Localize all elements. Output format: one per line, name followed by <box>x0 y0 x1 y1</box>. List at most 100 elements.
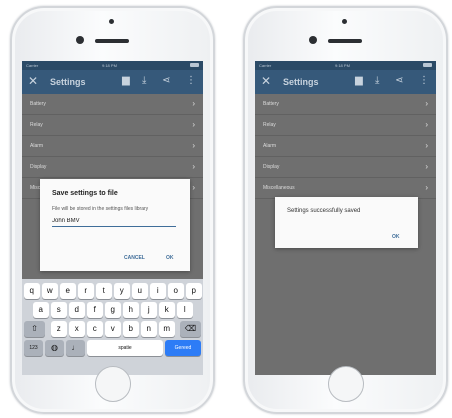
chevron-right-icon: › <box>192 141 195 150</box>
row-label: Miscellaneous <box>263 185 295 191</box>
settings-row-alarm[interactable]: Alarm › <box>22 136 203 157</box>
status-bar: Carrier 9:18 PM <box>255 61 436 70</box>
settings-row-display[interactable]: Display › <box>255 157 436 178</box>
share-icon[interactable]: ⋖ <box>162 75 170 86</box>
chevron-right-icon: › <box>192 120 195 129</box>
clock: 9:18 PM <box>102 63 117 68</box>
settings-saved-dialog: Settings successfully saved OK <box>275 197 418 248</box>
onscreen-keyboard: q w e r t y u i o p a s d f g h j k l ⇧ … <box>22 279 203 375</box>
key-c[interactable]: c <box>87 321 103 337</box>
key-p[interactable]: p <box>186 283 202 299</box>
screen: Carrier 9:18 PM ✕ Settings ▆ ⤓ ⋖ ⋮ Batte… <box>255 61 436 375</box>
key-x[interactable]: x <box>69 321 85 337</box>
key-y[interactable]: y <box>114 283 130 299</box>
row-label: Relay <box>30 122 43 128</box>
row-label: Display <box>30 164 47 170</box>
filename-input[interactable] <box>52 215 176 227</box>
ok-button[interactable]: OK <box>392 234 400 240</box>
download-icon[interactable]: ⤓ <box>142 75 146 86</box>
cancel-button[interactable]: CANCEL <box>124 255 145 261</box>
key-v[interactable]: v <box>105 321 121 337</box>
key-g[interactable]: g <box>105 302 121 318</box>
carrier-label: Carrier <box>259 63 272 68</box>
key-u[interactable]: u <box>132 283 148 299</box>
front-camera <box>309 36 317 44</box>
row-label: Battery <box>263 101 279 107</box>
front-camera <box>76 36 84 44</box>
key-j[interactable]: j <box>141 302 157 318</box>
save-icon[interactable]: ▆ <box>355 75 363 86</box>
chevron-right-icon: › <box>192 99 195 108</box>
more-vert-icon[interactable]: ⋮ <box>419 75 429 86</box>
settings-list: Battery › Relay › Alarm › Display › Misc… <box>255 94 436 199</box>
sensor-dot <box>109 19 114 24</box>
key-m[interactable]: m <box>159 321 175 337</box>
key-o[interactable]: o <box>168 283 184 299</box>
shift-icon[interactable]: ⇧ <box>24 321 45 337</box>
ok-button[interactable]: OK <box>166 255 174 261</box>
space-key[interactable]: spatie <box>87 340 163 356</box>
settings-row-relay[interactable]: Relay › <box>22 115 203 136</box>
close-icon[interactable]: ✕ <box>261 74 271 88</box>
phone-frame-right: Carrier 9:18 PM ✕ Settings ▆ ⤓ ⋖ ⋮ Batte… <box>243 6 448 414</box>
settings-row-alarm[interactable]: Alarm › <box>255 136 436 157</box>
key-s[interactable]: s <box>51 302 67 318</box>
page-title: Settings <box>50 77 86 87</box>
chevron-right-icon: › <box>192 183 195 192</box>
key-q[interactable]: q <box>24 283 40 299</box>
app-bar: ✕ Settings ▆ ⤓ ⋖ ⋮ <box>22 70 203 94</box>
key-b[interactable]: b <box>123 321 139 337</box>
settings-row-battery[interactable]: Battery › <box>255 94 436 115</box>
row-label: Display <box>263 164 280 170</box>
microphone-icon[interactable]: ♩ <box>66 340 85 356</box>
chevron-right-icon: › <box>192 162 195 171</box>
home-button[interactable] <box>328 366 364 402</box>
chevron-right-icon: › <box>425 183 428 192</box>
battery-icon <box>190 63 199 67</box>
earpiece-speaker <box>328 39 362 43</box>
settings-row-display[interactable]: Display › <box>22 157 203 178</box>
key-e[interactable]: e <box>60 283 76 299</box>
phone-frame-left: Carrier 9:18 PM ✕ Settings ▆ ⤓ ⋖ ⋮ Batte… <box>10 6 215 414</box>
key-i[interactable]: i <box>150 283 166 299</box>
sensor-dot <box>342 19 347 24</box>
app-bar: ✕ Settings ▆ ⤓ ⋖ ⋮ <box>255 70 436 94</box>
numbers-key[interactable]: 123 <box>24 340 43 356</box>
key-n[interactable]: n <box>141 321 157 337</box>
key-l[interactable]: l <box>177 302 193 318</box>
key-t[interactable]: t <box>96 283 112 299</box>
status-bar: Carrier 9:18 PM <box>22 61 203 70</box>
row-label: Battery <box>30 101 46 107</box>
battery-icon <box>423 63 432 67</box>
backspace-icon[interactable]: ⌫ <box>180 321 201 337</box>
chevron-right-icon: › <box>425 99 428 108</box>
key-d[interactable]: d <box>69 302 85 318</box>
save-icon[interactable]: ▆ <box>122 75 130 86</box>
key-k[interactable]: k <box>159 302 175 318</box>
chevron-right-icon: › <box>425 141 428 150</box>
close-icon[interactable]: ✕ <box>28 74 38 88</box>
key-r[interactable]: r <box>78 283 94 299</box>
chevron-right-icon: › <box>425 162 428 171</box>
row-label: Alarm <box>263 143 277 149</box>
settings-row-miscellaneous[interactable]: Miscellaneous › <box>255 178 436 199</box>
settings-row-battery[interactable]: Battery › <box>22 94 203 115</box>
row-label: Alarm <box>30 143 44 149</box>
save-settings-dialog: Save settings to file File will be store… <box>40 179 190 271</box>
done-key[interactable]: Gereed <box>165 340 201 356</box>
more-vert-icon[interactable]: ⋮ <box>186 75 196 86</box>
key-f[interactable]: f <box>87 302 103 318</box>
settings-row-relay[interactable]: Relay › <box>255 115 436 136</box>
home-button[interactable] <box>95 366 131 402</box>
key-a[interactable]: a <box>33 302 49 318</box>
earpiece-speaker <box>95 39 129 43</box>
globe-icon[interactable]: ◍ <box>45 340 64 356</box>
carrier-label: Carrier <box>26 63 39 68</box>
dialog-message: Settings successfully saved <box>287 208 361 214</box>
key-h[interactable]: h <box>123 302 139 318</box>
share-icon[interactable]: ⋖ <box>395 75 403 86</box>
dialog-message: File will be stored in the settings file… <box>52 206 149 212</box>
key-w[interactable]: w <box>42 283 58 299</box>
download-icon[interactable]: ⤓ <box>375 75 379 86</box>
key-z[interactable]: z <box>51 321 67 337</box>
